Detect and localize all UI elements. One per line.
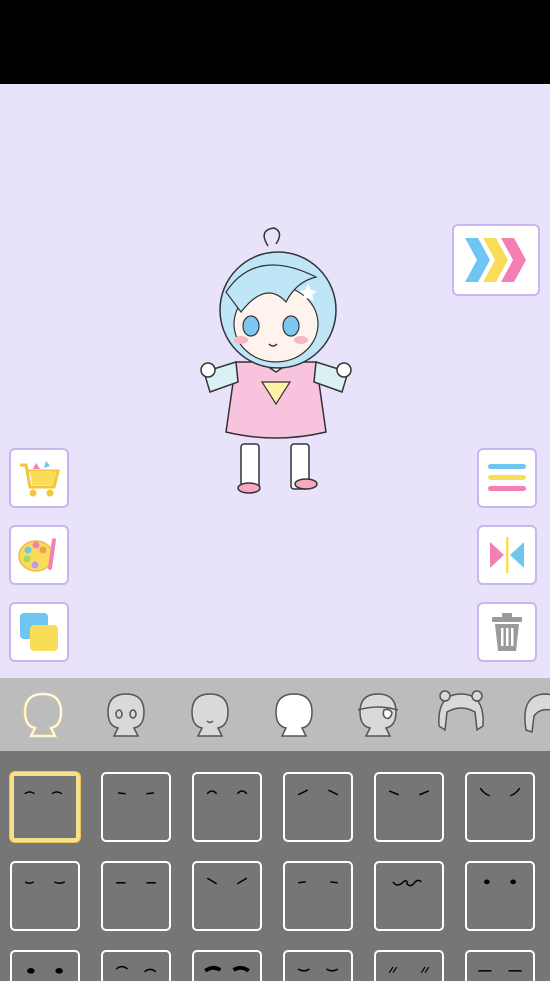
- style-option[interactable]: [374, 950, 444, 981]
- flip-button[interactable]: [477, 525, 537, 585]
- trash-icon: [492, 613, 522, 651]
- style-option[interactable]: [283, 950, 353, 981]
- category-tab-bar: [0, 678, 550, 751]
- style-option[interactable]: [374, 861, 444, 931]
- style-option[interactable]: [192, 861, 262, 931]
- tab-body[interactable]: [13, 684, 73, 744]
- style-option[interactable]: [10, 772, 80, 842]
- style-option[interactable]: [192, 772, 262, 842]
- style-option[interactable]: [101, 861, 171, 931]
- tab-eyes[interactable]: [96, 684, 156, 744]
- next-button[interactable]: [452, 224, 540, 296]
- style-option[interactable]: [10, 950, 80, 981]
- style-option[interactable]: [465, 861, 535, 931]
- style-grid: [0, 751, 550, 981]
- style-option[interactable]: [283, 772, 353, 842]
- style-option[interactable]: [283, 861, 353, 931]
- style-option[interactable]: [101, 950, 171, 981]
- hair-icon: [438, 690, 484, 732]
- style-option[interactable]: [465, 950, 535, 981]
- shopping-cart-icon: [20, 461, 60, 497]
- shop-button[interactable]: [9, 448, 69, 508]
- menu-icon: [488, 464, 526, 491]
- flip-icon: [490, 537, 524, 573]
- menu-button[interactable]: [477, 448, 537, 508]
- status-bar: [0, 0, 550, 84]
- layers-icon: [20, 613, 58, 651]
- eyes-icon: [107, 693, 145, 737]
- tab-hair-side[interactable]: [508, 684, 550, 744]
- style-option[interactable]: [192, 950, 262, 981]
- mouth-icon: [191, 693, 229, 737]
- style-option[interactable]: [465, 772, 535, 842]
- hair-side-icon: [524, 693, 550, 734]
- tab-accessory[interactable]: [348, 684, 408, 744]
- palette-button[interactable]: [9, 525, 69, 585]
- style-option[interactable]: [374, 772, 444, 842]
- next-arrows-icon: [465, 238, 526, 282]
- tab-face[interactable]: [264, 684, 324, 744]
- layers-button[interactable]: [9, 602, 69, 662]
- accessory-eyepatch-icon: [357, 693, 399, 737]
- style-option[interactable]: [101, 772, 171, 842]
- style-option[interactable]: [10, 861, 80, 931]
- tab-mouth[interactable]: [180, 684, 240, 744]
- tab-hair[interactable]: [431, 684, 491, 744]
- palette-icon: [18, 538, 56, 572]
- face-icon: [275, 693, 313, 737]
- body-outline-icon: [23, 692, 63, 738]
- delete-button[interactable]: [477, 602, 537, 662]
- character-avatar: [196, 222, 356, 497]
